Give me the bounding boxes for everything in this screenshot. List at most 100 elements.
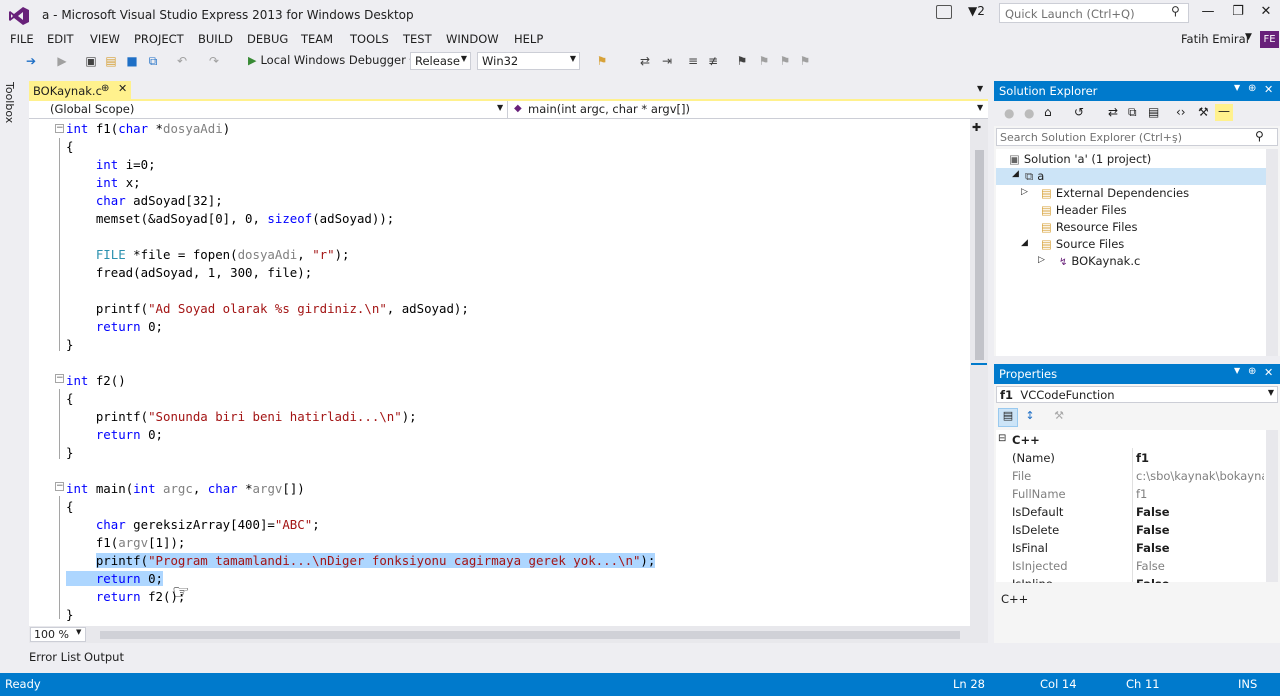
close-icon[interactable]: ✕ — [1264, 83, 1273, 96]
property-value[interactable]: f1 — [1136, 487, 1264, 501]
tree-item-solution[interactable]: ▣ Solution 'a' (1 project) — [1009, 152, 1151, 166]
quick-launch-input[interactable]: Quick Launch (Ctrl+Q) — [999, 3, 1189, 23]
indent-icon[interactable]: ⇥ — [660, 54, 674, 68]
editor-horizontal-scrollbar[interactable] — [100, 631, 960, 639]
open-file-icon[interactable]: ▤ — [104, 54, 118, 68]
preview-icon[interactable]: — — [1215, 104, 1233, 121]
pin-icon[interactable]: ⊕ — [1248, 366, 1256, 377]
clear-bookmarks-icon[interactable]: ⚑ — [798, 54, 812, 68]
menu-test[interactable]: TEST — [403, 32, 432, 46]
close-window-button[interactable]: ✕ — [1251, 4, 1280, 24]
chevron-down-icon[interactable]: ▼ — [497, 103, 503, 112]
chevron-down-icon[interactable]: ▼ — [1234, 83, 1240, 92]
chevron-down-icon[interactable]: ▼ — [977, 84, 983, 93]
tree-item-header-files[interactable]: ▤ Header Files — [1041, 203, 1127, 217]
pin-icon[interactable]: ⊕ — [1248, 83, 1256, 94]
menu-debug[interactable]: DEBUG — [247, 32, 288, 46]
tree-item-bokaynak[interactable]: ↯ BOKaynak.c — [1059, 254, 1140, 268]
menu-edit[interactable]: EDIT — [47, 32, 74, 46]
chevron-down-icon[interactable]: ▼ — [1245, 32, 1252, 42]
save-icon[interactable]: ■ — [125, 54, 139, 68]
search-icon[interactable]: ⚲ — [1255, 129, 1264, 143]
menu-project[interactable]: PROJECT — [134, 32, 184, 46]
menu-team[interactable]: TEAM — [301, 32, 333, 46]
expand-arrow-icon[interactable]: ▷ — [1038, 255, 1045, 265]
collapse-arrow-icon[interactable]: ◢ — [1021, 238, 1028, 248]
menu-view[interactable]: VIEW — [90, 32, 120, 46]
navigate-icon[interactable]: ⇄ — [638, 54, 652, 68]
collapse-f2[interactable]: − — [55, 374, 64, 383]
solution-tree-scrollbar[interactable] — [1266, 149, 1278, 356]
redo-icon[interactable]: ↷ — [207, 54, 221, 68]
function-dropdown[interactable]: main(int argc, char * argv[]) — [512, 101, 988, 119]
scope-dropdown[interactable]: (Global Scope) — [30, 101, 508, 119]
collapse-all-icon[interactable]: ⧉ — [1128, 105, 1137, 120]
chevron-down-icon[interactable]: ▼ — [1234, 366, 1240, 375]
collapse-category-icon[interactable]: ⊟ — [998, 433, 1006, 444]
expand-arrow-icon[interactable]: ▷ — [1021, 187, 1028, 197]
forward-icon[interactable]: ● — [1024, 106, 1034, 120]
back-icon[interactable]: ● — [1004, 106, 1014, 120]
menu-tools[interactable]: TOOLS — [350, 32, 389, 46]
forward-icon[interactable]: ▶ — [55, 54, 69, 68]
close-icon[interactable]: ✕ — [1264, 366, 1273, 379]
menu-window[interactable]: WINDOW — [446, 32, 499, 46]
prev-bookmark-icon[interactable]: ⚑ — [757, 54, 771, 68]
menu-file[interactable]: FILE — [10, 32, 34, 46]
chevron-down-icon[interactable]: ▼ — [977, 103, 983, 112]
user-name[interactable]: Fatih Emiral — [1181, 32, 1249, 46]
property-value[interactable]: False — [1136, 505, 1264, 519]
home-icon[interactable]: ⌂ — [1044, 105, 1052, 119]
back-icon[interactable]: ➔ — [24, 54, 38, 68]
save-all-icon[interactable]: ⧉ — [146, 54, 160, 68]
pin-icon[interactable]: ⊕ — [101, 83, 109, 94]
restore-button[interactable]: ❐ — [1223, 4, 1253, 24]
solution-search-input[interactable]: Search Solution Explorer (Ctrl+ş) — [996, 128, 1278, 146]
tab-output[interactable]: Output — [84, 650, 124, 664]
property-value[interactable]: False — [1136, 523, 1264, 537]
menu-build[interactable]: BUILD — [198, 32, 233, 46]
property-pages-icon[interactable]: ⚒ — [1050, 409, 1068, 426]
collapse-main[interactable]: − — [55, 482, 64, 491]
property-value[interactable]: False — [1136, 541, 1264, 555]
editor-tab-bokaynak[interactable]: BOKaynak.c — [29, 81, 131, 101]
property-value[interactable]: False — [1136, 577, 1264, 583]
properties-object-select[interactable]: f1 VCCodeFunction ▼ — [996, 386, 1278, 403]
properties-icon[interactable]: ⚒ — [1198, 105, 1209, 119]
notifications-icon[interactable] — [936, 5, 952, 19]
next-bookmark-icon[interactable]: ⚑ — [778, 54, 792, 68]
categorized-icon[interactable]: ▤ — [998, 408, 1018, 427]
tree-item-source-files[interactable]: ▤ Source Files — [1041, 237, 1124, 251]
property-value[interactable]: c:\sbo\kaynak\bokaynak — [1136, 469, 1264, 483]
uncomment-icon[interactable]: ≢ — [706, 54, 720, 68]
new-project-icon[interactable]: ▣ — [84, 54, 98, 68]
scrollbar-thumb[interactable] — [975, 150, 984, 360]
platform-select[interactable]: Win32 ▼ — [477, 52, 580, 70]
close-icon[interactable]: ✕ — [118, 82, 127, 95]
start-debugger-button[interactable]: ▶Local Windows Debugger ▼ — [248, 53, 416, 70]
collapse-f1[interactable]: − — [55, 124, 64, 133]
avatar[interactable]: FE — [1260, 31, 1279, 48]
undo-icon[interactable]: ↶ — [175, 54, 189, 68]
property-grid-scrollbar[interactable] — [1266, 430, 1278, 582]
bookmark-icon[interactable]: ⚑ — [735, 54, 749, 68]
tab-error-list[interactable]: Error List — [29, 650, 81, 664]
refresh-icon[interactable]: ⇄ — [1108, 105, 1118, 119]
property-value[interactable]: f1 — [1136, 451, 1264, 465]
tree-item-project[interactable]: ⧉ a — [1025, 169, 1044, 184]
toolbox-tab[interactable]: Toolbox — [3, 82, 16, 123]
property-value[interactable]: False — [1136, 559, 1264, 573]
chevron-down-icon[interactable]: ▼ — [76, 628, 81, 636]
view-code-icon[interactable]: ‹› — [1176, 105, 1186, 119]
split-window-icon[interactable]: ✚ — [972, 121, 981, 134]
sync-icon[interactable]: ↺ — [1074, 105, 1084, 119]
configuration-select[interactable]: Release ▼ — [410, 52, 471, 70]
tree-item-resource-files[interactable]: ▤ Resource Files — [1041, 220, 1138, 234]
feedback-filter[interactable]: ▼2 — [968, 4, 985, 18]
search-icon[interactable]: ⚲ — [1171, 4, 1180, 18]
find-in-files-icon[interactable]: ⚑ — [595, 54, 609, 68]
tree-item-external-deps[interactable]: ▤ External Dependencies — [1041, 186, 1189, 200]
collapse-arrow-icon[interactable]: ◢ — [1012, 169, 1019, 179]
alphabetical-icon[interactable]: ↕ — [1021, 409, 1039, 426]
comment-icon[interactable]: ≡ — [686, 54, 700, 68]
